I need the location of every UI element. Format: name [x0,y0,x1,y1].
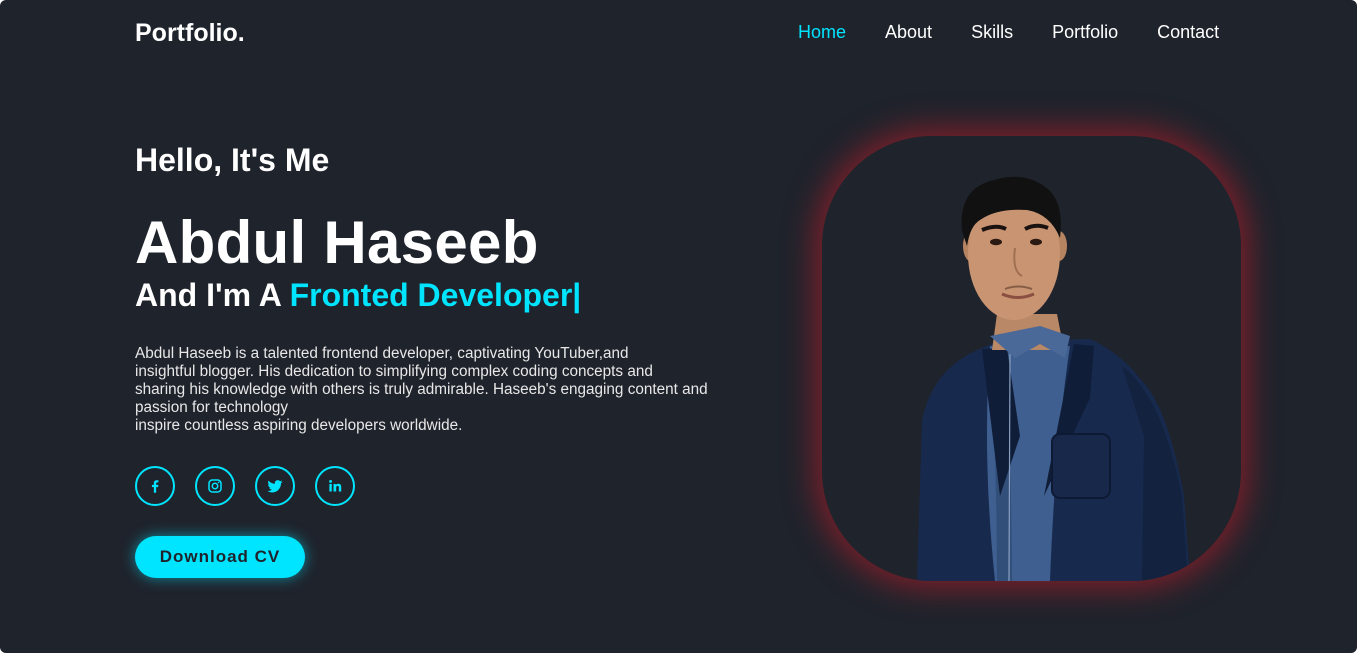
nav-home[interactable]: Home [798,22,846,43]
twitter-icon [267,480,283,493]
social-links [135,466,375,506]
main-nav: Home About Skills Portfolio Contact [798,22,1258,43]
nav-about[interactable]: About [885,22,932,43]
hero-page: Portfolio. Home About Skills Portfolio C… [0,0,1357,653]
nav-portfolio[interactable]: Portfolio [1052,22,1118,43]
profile-photo [917,176,1190,581]
twitter-link[interactable] [255,466,295,506]
facebook-icon [151,480,159,493]
bio-line: Abdul Haseeb is a talented frontend deve… [135,345,629,362]
nav-skills[interactable]: Skills [971,22,1013,43]
facebook-link[interactable] [135,466,175,506]
bio-line: inspire countless aspiring developers wo… [135,417,463,434]
hero-name: Abdul Haseeb [135,209,539,276]
role-line: And I'm A Fronted Developer| [135,277,581,314]
instagram-link[interactable] [195,466,235,506]
download-cv-button[interactable]: Download CV [135,536,305,578]
greeting: Hello, It's Me [135,142,330,178]
profile-photo-frame [822,136,1241,581]
bio: Abdul Haseeb is a talented frontend deve… [135,345,745,435]
linkedin-icon [329,480,342,492]
nav-contact[interactable]: Contact [1157,22,1219,43]
logo[interactable]: Portfolio. [135,19,245,48]
linkedin-link[interactable] [315,466,355,506]
bio-line: sharing his knowledge with others is tru… [135,381,708,398]
bio-line: insightful blogger. His dedication to si… [135,363,653,380]
instagram-icon [208,479,222,493]
role-prefix: And I'm A [135,277,290,313]
role-highlight: Fronted Developer| [289,277,582,313]
bio-line: passion for technology [135,399,289,416]
